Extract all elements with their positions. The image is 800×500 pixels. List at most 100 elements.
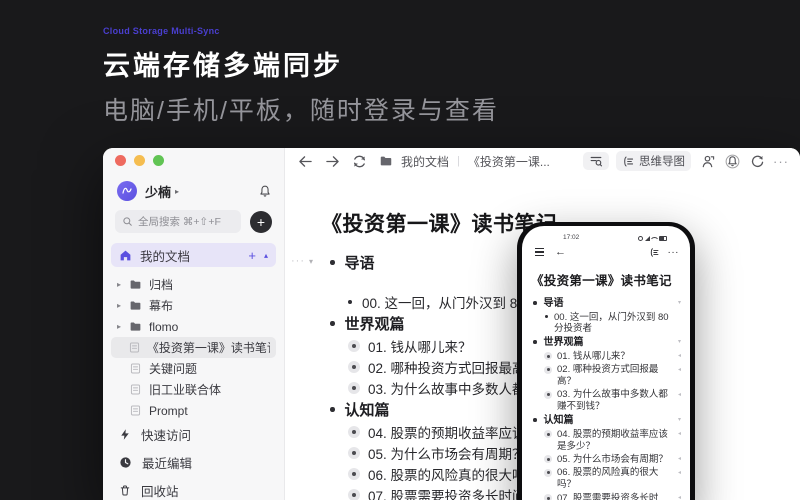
phone-heading-bullet-icon	[533, 418, 537, 422]
add-page-icon[interactable]: +	[248, 248, 256, 263]
back-button[interactable]	[296, 152, 314, 170]
expand-caret-icon[interactable]: ▸	[117, 322, 129, 331]
phone-doc-block[interactable]: 导语	[531, 296, 681, 310]
breadcrumb-divider: |	[457, 155, 460, 167]
phone-doc-block[interactable]: 世界观篇	[531, 335, 681, 349]
phone-toggle-bullet-icon	[544, 390, 552, 399]
phone-doc-block[interactable]: 认知篇	[531, 413, 681, 427]
sidebar-item-quick-access[interactable]: 快速访问	[111, 420, 276, 448]
tree-item[interactable]: ▸ 归档	[111, 274, 276, 295]
mindmap-button[interactable]: 思维导图	[616, 151, 691, 171]
phone-block-text: 01. 钱从哪儿来？	[557, 350, 630, 362]
toggle-bullet-icon[interactable]	[348, 467, 360, 480]
expand-caret-icon[interactable]: ▸	[117, 301, 129, 310]
heading-bullet-icon	[330, 407, 335, 412]
phone-more-button[interactable]: ···	[668, 247, 680, 258]
toggle-bullet-icon[interactable]	[348, 446, 360, 459]
phone-toggle-bullet-icon	[544, 365, 552, 374]
sync-button[interactable]	[748, 152, 766, 170]
search-in-doc-button[interactable]	[583, 152, 609, 170]
avatar	[117, 181, 137, 201]
tree-item[interactable]: ▸ 幕布	[111, 295, 276, 316]
phone-block-text: 03. 为什么故事中多数人都赚不到钱？	[557, 389, 668, 413]
tree-item[interactable]: ▸ 关键问题	[111, 358, 276, 379]
phone-heading-bullet-icon	[533, 340, 537, 344]
share-icon	[702, 155, 714, 167]
phone-mindmap-icon[interactable]	[649, 247, 660, 258]
notifications-bell-button[interactable]	[258, 184, 272, 198]
zoom-window-button[interactable]	[153, 155, 164, 166]
new-doc-button[interactable]: +	[250, 210, 272, 233]
phone-block-text: 04. 股票的预期收益率应该是多少？	[557, 428, 668, 452]
phone-block-text: 02. 哪种投资方式回报最高？	[557, 364, 659, 387]
toggle-bullet-icon[interactable]	[348, 488, 360, 500]
collapse-icon[interactable]: ▴	[264, 251, 268, 260]
sidebar-item-my-docs[interactable]: 我的文档 + ▴	[111, 243, 276, 267]
tree-item[interactable]: ▸ Prompt	[111, 400, 276, 421]
forward-button[interactable]	[323, 152, 341, 170]
quick-access-label: 快速访问	[141, 428, 192, 443]
phone-doc-block[interactable]: 03. 为什么故事中多数人都赚不到钱？	[531, 388, 681, 413]
notifications-button[interactable]	[723, 152, 741, 170]
phone-doc-block[interactable]: 05. 为什么市场会有周期？	[531, 452, 681, 465]
heading-text: 世界观篇	[344, 316, 405, 333]
phone-doc-block[interactable]: 00. 这一回，从门外汉到 80 分投资者	[531, 310, 681, 335]
close-window-button[interactable]	[115, 155, 126, 166]
user-name: 少楠	[145, 184, 172, 200]
heading-text: 导语	[344, 255, 375, 272]
drag-handle-icon[interactable]: ···	[291, 255, 305, 267]
phone-doc-block[interactable]: 07. 股票需要投资多长时间？	[531, 491, 681, 500]
breadcrumb-doc[interactable]: 《投资第一课...	[468, 153, 550, 170]
toggle-bullet-icon[interactable]	[348, 425, 360, 438]
sidebar-bottom-group: 快速访问 最近编辑 回收站	[111, 420, 276, 500]
heading-text: 认知篇	[344, 402, 390, 419]
clock-icon	[120, 456, 131, 468]
page-icon	[130, 363, 141, 374]
block-text: 02. 哪种投资方式回报最高？	[368, 360, 540, 376]
sidebar: 少楠 ▸ 全局搜索 ⌘+⇧+F + 我的文档 + ▴ ▸ 归档 ▸ 幕布 ▸ f…	[103, 148, 285, 500]
tree-item[interactable]: ▸ flomo	[111, 316, 276, 337]
toggle-bullet-icon[interactable]	[348, 360, 360, 373]
phone-statusbar: 17:02	[531, 226, 681, 243]
share-button[interactable]	[698, 152, 716, 170]
sidebar-item-trash[interactable]: 回收站	[111, 476, 276, 500]
phone-doc-block[interactable]: 04. 股票的预期收益率应该是多少？	[531, 427, 681, 452]
toggle-bullet-icon[interactable]	[348, 381, 360, 394]
hero-title: 云端存储多端同步	[103, 51, 343, 81]
phone-doc-block[interactable]: 02. 哪种投资方式回报最高？	[531, 363, 681, 388]
tree-item[interactable]: ▸ 旧工业联合体	[111, 379, 276, 400]
refresh-button[interactable]	[350, 152, 368, 170]
phone-bullet-icon	[545, 315, 548, 318]
user-menu[interactable]: 少楠 ▸	[117, 180, 272, 202]
doc-tree: ▸ 归档 ▸ 幕布 ▸ flomo 《投资第一课》读书笔记 关键问题 旧工业联合…	[111, 274, 276, 421]
collapse-caret-icon[interactable]: ▾	[309, 257, 313, 266]
folder-icon	[130, 280, 141, 289]
toolbar: 我的文档 | 《投资第一课... 思维导图 ···	[285, 148, 800, 174]
folder-icon	[130, 322, 141, 331]
phone-block-text: 认知篇	[543, 414, 574, 426]
phone-doc-block[interactable]: 06. 股票的风险真的很大吗？	[531, 466, 681, 491]
phone-block-text: 07. 股票需要投资多长时间？	[557, 492, 659, 500]
phone-back-button[interactable]: ←	[555, 246, 566, 258]
sidebar-item-recent-edits[interactable]: 最近编辑	[111, 448, 276, 476]
minimize-window-button[interactable]	[134, 155, 145, 166]
menu-icon[interactable]	[535, 247, 544, 258]
bullet-icon	[348, 299, 352, 304]
phone-doc-block[interactable]: 01. 钱从哪儿来？	[531, 349, 681, 362]
hero-section: Cloud Storage Multi-Sync 云端存储多端同步 电脑/手机/…	[103, 26, 499, 127]
phone-block-text: 导语	[543, 297, 564, 309]
global-search-input[interactable]: 全局搜索 ⌘+⇧+F	[115, 210, 241, 233]
sync-icon	[751, 155, 763, 167]
block-text: 06. 股票的风险真的很大吗？	[368, 467, 540, 483]
tree-item-label: 幕布	[149, 299, 174, 313]
my-docs-label: 我的文档	[140, 249, 191, 264]
breadcrumb-root[interactable]: 我的文档	[401, 153, 449, 170]
phone-heading-bullet-icon	[533, 301, 537, 305]
tree-item-label: 《投资第一课》读书笔记	[146, 341, 270, 355]
phone-toggle-bullet-icon	[544, 455, 552, 464]
phone-time: 17:02	[563, 234, 580, 241]
more-button[interactable]: ···	[773, 154, 789, 169]
tree-item[interactable]: ▸ 《投资第一课》读书笔记	[111, 337, 276, 358]
expand-caret-icon[interactable]: ▸	[117, 280, 129, 289]
toggle-bullet-icon[interactable]	[348, 339, 360, 352]
